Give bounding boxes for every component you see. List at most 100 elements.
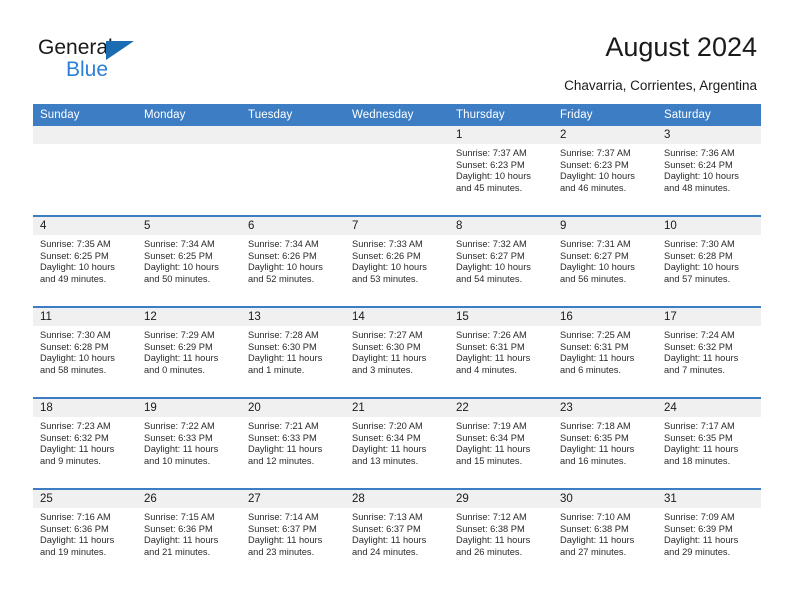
day-cell-content: 4 Sunrise: 7:35 AM Sunset: 6:25 PM Daylight…	[33, 217, 137, 306]
calendar-day-cell[interactable]: 7 Sunrise: 7:33 AM Sunset: 6:26 PM Daylight…	[345, 215, 449, 307]
day-detail-sunset: Sunset: 6:32 PM	[664, 341, 733, 352]
day-detail-sunset: Sunset: 6:36 PM	[144, 523, 213, 534]
day-detail-daylight1: Daylight: 11 hours	[248, 444, 323, 455]
day-details: Sunrise: 7:27 AM Sunset: 6:30 PM Daylight:…	[345, 326, 449, 376]
day-detail-daylight1: Daylight: 11 hours	[352, 444, 427, 455]
calendar-table: Sunday Monday Tuesday Wednesday Thursday…	[33, 104, 761, 579]
calendar-day-cell[interactable]: 10 Sunrise: 7:30 AM Sunset: 6:28 PM Dayligh…	[657, 215, 761, 307]
day-detail-daylight2: and 6 minutes.	[560, 364, 621, 375]
day-details	[33, 144, 137, 148]
calendar-body: 1 Sunrise: 7:37 AM Sunset: 6:23 PM Daylight…	[33, 126, 761, 579]
day-number: 3	[657, 126, 761, 144]
calendar-day-cell[interactable]: 9 Sunrise: 7:31 AM Sunset: 6:27 PM Daylight…	[553, 215, 657, 307]
day-detail-sunset: Sunset: 6:30 PM	[352, 341, 421, 352]
calendar-day-cell	[345, 126, 449, 216]
day-detail-sunrise: Sunrise: 7:13 AM	[352, 512, 423, 522]
calendar-day-cell[interactable]: 11 Sunrise: 7:30 AM Sunset: 6:28 PM Dayligh…	[33, 306, 137, 398]
weekday-header-monday: Monday	[137, 104, 241, 126]
day-detail-sunset: Sunset: 6:24 PM	[664, 159, 733, 170]
day-detail-daylight1: Daylight: 11 hours	[664, 353, 739, 364]
day-detail-sunrise: Sunrise: 7:23 AM	[40, 421, 111, 431]
day-details: Sunrise: 7:26 AM Sunset: 6:31 PM Daylight:…	[449, 326, 553, 376]
day-details: Sunrise: 7:09 AM Sunset: 6:39 PM Daylight:…	[657, 508, 761, 558]
day-detail-sunrise: Sunrise: 7:21 AM	[248, 421, 319, 431]
day-number: 9	[553, 217, 657, 235]
day-detail-sunset: Sunset: 6:33 PM	[248, 432, 317, 443]
day-detail-sunrise: Sunrise: 7:19 AM	[456, 421, 527, 431]
day-detail-sunrise: Sunrise: 7:29 AM	[144, 330, 215, 340]
weekday-header-thursday: Thursday	[449, 104, 553, 126]
day-details	[345, 144, 449, 148]
day-detail-daylight2: and 7 minutes.	[664, 364, 725, 375]
calendar-day-cell[interactable]: 26 Sunrise: 7:15 AM Sunset: 6:36 PM Dayligh…	[137, 488, 241, 579]
calendar-day-cell[interactable]: 21 Sunrise: 7:20 AM Sunset: 6:34 PM Dayligh…	[345, 397, 449, 489]
calendar-day-cell[interactable]: 17 Sunrise: 7:24 AM Sunset: 6:32 PM Dayligh…	[657, 306, 761, 398]
calendar-day-cell[interactable]: 31 Sunrise: 7:09 AM Sunset: 6:39 PM Dayligh…	[657, 488, 761, 579]
calendar-day-cell[interactable]: 3 Sunrise: 7:36 AM Sunset: 6:24 PM Daylight…	[657, 126, 761, 216]
day-detail-sunrise: Sunrise: 7:28 AM	[248, 330, 319, 340]
day-cell-content: 26 Sunrise: 7:15 AM Sunset: 6:36 PM Dayligh…	[137, 490, 241, 579]
calendar-day-cell[interactable]: 5 Sunrise: 7:34 AM Sunset: 6:25 PM Daylight…	[137, 215, 241, 307]
day-detail-sunset: Sunset: 6:25 PM	[144, 250, 213, 261]
day-detail-sunset: Sunset: 6:30 PM	[248, 341, 317, 352]
calendar-day-cell[interactable]: 19 Sunrise: 7:22 AM Sunset: 6:33 PM Dayligh…	[137, 397, 241, 489]
day-details: Sunrise: 7:15 AM Sunset: 6:36 PM Daylight:…	[137, 508, 241, 558]
day-detail-sunset: Sunset: 6:34 PM	[456, 432, 525, 443]
day-detail-daylight2: and 27 minutes.	[560, 546, 627, 557]
day-cell-content	[33, 126, 137, 215]
day-detail-daylight2: and 21 minutes.	[144, 546, 211, 557]
calendar-day-cell[interactable]: 22 Sunrise: 7:19 AM Sunset: 6:34 PM Dayligh…	[449, 397, 553, 489]
day-details: Sunrise: 7:34 AM Sunset: 6:26 PM Daylight:…	[241, 235, 345, 285]
day-detail-daylight1: Daylight: 11 hours	[144, 535, 219, 546]
calendar-day-cell[interactable]: 1 Sunrise: 7:37 AM Sunset: 6:23 PM Daylight…	[449, 126, 553, 216]
calendar-day-cell[interactable]: 6 Sunrise: 7:34 AM Sunset: 6:26 PM Daylight…	[241, 215, 345, 307]
calendar-day-cell[interactable]: 27 Sunrise: 7:14 AM Sunset: 6:37 PM Dayligh…	[241, 488, 345, 579]
day-details: Sunrise: 7:30 AM Sunset: 6:28 PM Daylight:…	[657, 235, 761, 285]
day-details: Sunrise: 7:22 AM Sunset: 6:33 PM Daylight:…	[137, 417, 241, 467]
day-detail-daylight2: and 3 minutes.	[352, 364, 413, 375]
day-number	[137, 126, 241, 144]
day-details: Sunrise: 7:34 AM Sunset: 6:25 PM Daylight:…	[137, 235, 241, 285]
day-detail-daylight1: Daylight: 11 hours	[144, 353, 219, 364]
day-detail-daylight1: Daylight: 11 hours	[248, 353, 323, 364]
calendar-day-cell[interactable]: 15 Sunrise: 7:26 AM Sunset: 6:31 PM Dayligh…	[449, 306, 553, 398]
day-details: Sunrise: 7:31 AM Sunset: 6:27 PM Daylight:…	[553, 235, 657, 285]
day-number: 17	[657, 308, 761, 326]
day-cell-content: 20 Sunrise: 7:21 AM Sunset: 6:33 PM Dayligh…	[241, 399, 345, 488]
calendar-day-cell[interactable]: 14 Sunrise: 7:27 AM Sunset: 6:30 PM Dayligh…	[345, 306, 449, 398]
day-cell-content: 6 Sunrise: 7:34 AM Sunset: 6:26 PM Daylight…	[241, 217, 345, 306]
day-number: 8	[449, 217, 553, 235]
calendar-day-cell	[137, 126, 241, 216]
calendar-day-cell[interactable]: 12 Sunrise: 7:29 AM Sunset: 6:29 PM Dayligh…	[137, 306, 241, 398]
calendar-day-cell[interactable]: 25 Sunrise: 7:16 AM Sunset: 6:36 PM Dayligh…	[33, 488, 137, 579]
day-details	[137, 144, 241, 148]
calendar-day-cell[interactable]: 30 Sunrise: 7:10 AM Sunset: 6:38 PM Dayligh…	[553, 488, 657, 579]
day-number	[345, 126, 449, 144]
day-cell-content: 23 Sunrise: 7:18 AM Sunset: 6:35 PM Dayligh…	[553, 399, 657, 488]
day-detail-sunset: Sunset: 6:28 PM	[664, 250, 733, 261]
calendar-day-cell[interactable]: 16 Sunrise: 7:25 AM Sunset: 6:31 PM Dayligh…	[553, 306, 657, 398]
day-number: 18	[33, 399, 137, 417]
day-detail-sunset: Sunset: 6:36 PM	[40, 523, 109, 534]
calendar-day-cell[interactable]: 29 Sunrise: 7:12 AM Sunset: 6:38 PM Dayligh…	[449, 488, 553, 579]
day-cell-content: 31 Sunrise: 7:09 AM Sunset: 6:39 PM Dayligh…	[657, 490, 761, 579]
calendar-day-cell[interactable]: 24 Sunrise: 7:17 AM Sunset: 6:35 PM Dayligh…	[657, 397, 761, 489]
calendar-day-cell[interactable]: 4 Sunrise: 7:35 AM Sunset: 6:25 PM Daylight…	[33, 215, 137, 307]
day-number: 28	[345, 490, 449, 508]
calendar-day-cell[interactable]: 8 Sunrise: 7:32 AM Sunset: 6:27 PM Daylight…	[449, 215, 553, 307]
calendar-day-cell[interactable]: 18 Sunrise: 7:23 AM Sunset: 6:32 PM Dayligh…	[33, 397, 137, 489]
calendar-day-cell[interactable]: 13 Sunrise: 7:28 AM Sunset: 6:30 PM Dayligh…	[241, 306, 345, 398]
day-detail-sunset: Sunset: 6:37 PM	[248, 523, 317, 534]
day-detail-sunrise: Sunrise: 7:34 AM	[144, 239, 215, 249]
day-detail-sunset: Sunset: 6:38 PM	[560, 523, 629, 534]
day-detail-sunset: Sunset: 6:23 PM	[456, 159, 525, 170]
day-detail-sunset: Sunset: 6:34 PM	[352, 432, 421, 443]
day-cell-content: 19 Sunrise: 7:22 AM Sunset: 6:33 PM Dayligh…	[137, 399, 241, 488]
calendar-day-cell[interactable]: 20 Sunrise: 7:21 AM Sunset: 6:33 PM Dayligh…	[241, 397, 345, 489]
day-details: Sunrise: 7:37 AM Sunset: 6:23 PM Daylight:…	[553, 144, 657, 194]
calendar-day-cell[interactable]: 28 Sunrise: 7:13 AM Sunset: 6:37 PM Dayligh…	[345, 488, 449, 579]
calendar-day-cell[interactable]: 2 Sunrise: 7:37 AM Sunset: 6:23 PM Daylight…	[553, 126, 657, 216]
day-number: 6	[241, 217, 345, 235]
day-details: Sunrise: 7:33 AM Sunset: 6:26 PM Daylight:…	[345, 235, 449, 285]
calendar-day-cell[interactable]: 23 Sunrise: 7:18 AM Sunset: 6:35 PM Dayligh…	[553, 397, 657, 489]
